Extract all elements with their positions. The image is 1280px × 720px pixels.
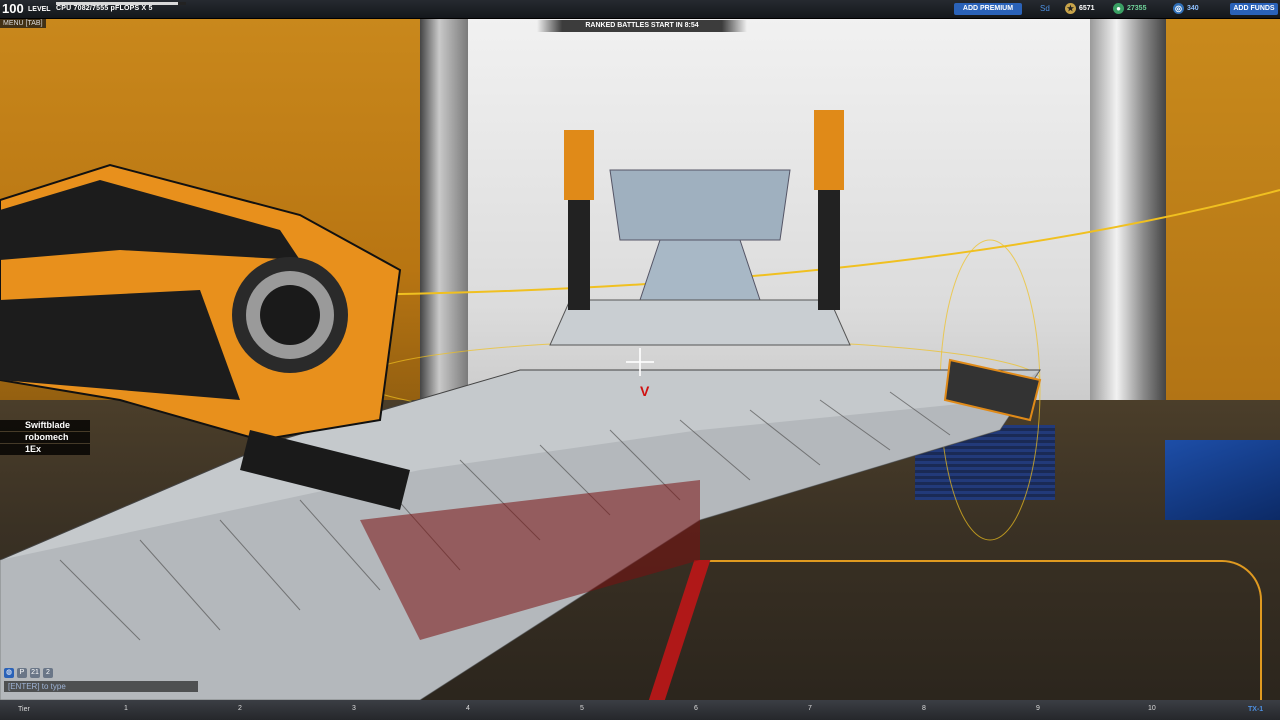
player-level: 100 [2, 1, 24, 16]
add-funds-button[interactable]: ADD FUNDS [1230, 3, 1278, 15]
currency-cosmetic: ◎ 340 [1173, 2, 1199, 15]
tier-tick: 2 [238, 705, 242, 712]
player-name[interactable]: robomech [0, 432, 90, 443]
player-name[interactable]: Swiftblade [0, 420, 90, 431]
currency-3-value: 340 [1187, 5, 1199, 12]
tier-tick: 4 [466, 705, 470, 712]
tier-tick: 9 [1036, 705, 1040, 712]
chat-placeholder: [ENTER] to type [8, 682, 66, 691]
ranked-banner: RANKED BATTLES START IN 8:54 [537, 20, 747, 32]
player-name[interactable]: 1Ex [0, 444, 90, 455]
tier-tick: 10 [1148, 705, 1156, 712]
chat-channel-icons: ◍ P 21 2 [4, 668, 53, 678]
currency-robits: ★ 6571 [1065, 2, 1095, 15]
cc-coin-icon: ◎ [1173, 3, 1184, 14]
tier-ruler: Tier 1 2 3 4 5 6 7 8 9 10 TX-1 [0, 703, 1280, 720]
top-hud: 100 LEVEL CPU 7082/7555 pFLOPS X 5 RANKE… [0, 0, 1280, 32]
friends-icon[interactable]: 2 [43, 668, 53, 678]
tier-tick: 7 [808, 705, 812, 712]
tier-tick: 3 [352, 705, 356, 712]
party-icon[interactable]: P [17, 668, 27, 678]
svg-text:V: V [640, 383, 650, 399]
chat-input[interactable]: [ENTER] to type [4, 681, 198, 692]
group-icon[interactable]: 21 [30, 668, 40, 678]
star-coin-icon: ★ [1065, 3, 1076, 14]
sd-label: Sd [1040, 4, 1050, 13]
hangar-scene: V [0, 0, 1280, 720]
tier-label: Tier [18, 706, 30, 713]
tier-tick: 6 [694, 705, 698, 712]
menu-tab-hint[interactable]: MENU [TAB] [0, 19, 46, 28]
currency-tokens: ● 27355 [1113, 2, 1146, 15]
currency-1-value: 6571 [1079, 5, 1095, 12]
crosshair-icon [626, 348, 654, 376]
tier-tick: 8 [922, 705, 926, 712]
level-label: LEVEL [28, 6, 51, 13]
tier-tick: 5 [580, 705, 584, 712]
cpu-readout: CPU 7082/7555 pFLOPS X 5 [56, 5, 153, 12]
globe-icon[interactable]: ◍ [4, 668, 14, 678]
token-coin-icon: ● [1113, 3, 1124, 14]
currency-2-value: 27355 [1127, 5, 1147, 12]
player-list: Swiftblade robomech 1Ex [0, 420, 90, 456]
add-premium-button[interactable]: ADD PREMIUM [954, 3, 1022, 15]
tier-tick: 1 [124, 705, 128, 712]
tier-current: TX-1 [1248, 706, 1264, 713]
